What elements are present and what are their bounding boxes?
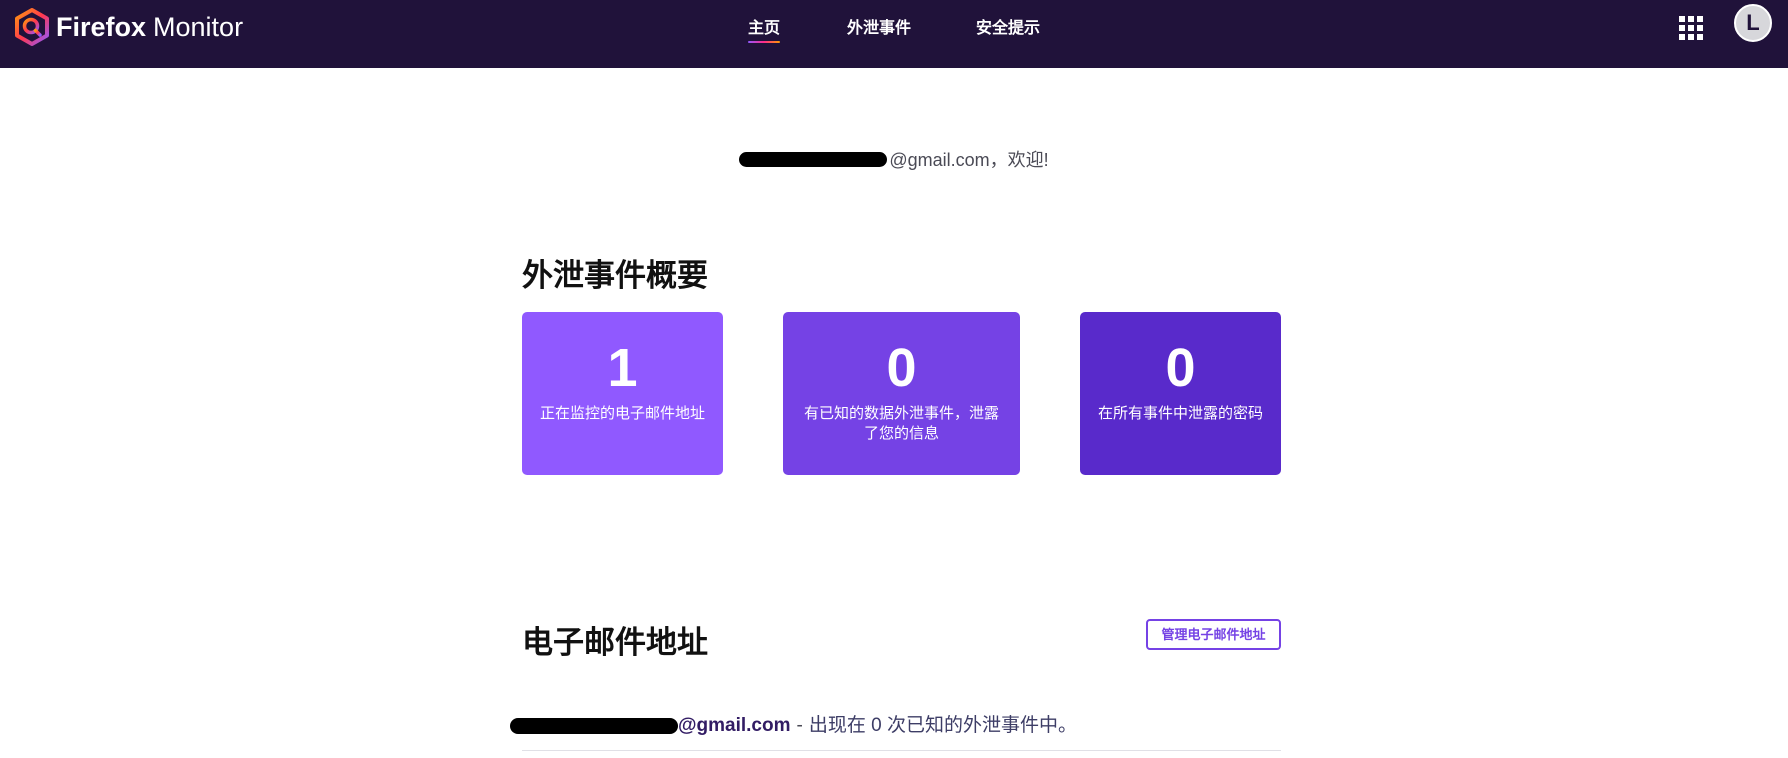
email-domain: @gmail.com xyxy=(678,715,791,736)
top-bar: Firefox Monitor 主页 外泄事件 安全提示 L xyxy=(0,0,1788,68)
nav-active-indicator xyxy=(748,41,781,43)
stat-label: 在所有事件中泄露的密码 xyxy=(1098,405,1264,422)
email-addresses-title: 电子邮件地址 xyxy=(522,625,708,660)
nav-home[interactable]: 主页 xyxy=(748,18,781,43)
email-list-item: @gmail.com - 出现在 0 次已知的外泄事件中。 xyxy=(510,712,1077,740)
nav-security-tips-label: 安全提示 xyxy=(976,20,1041,37)
stat-number: 0 xyxy=(886,338,917,398)
nav-home-label: 主页 xyxy=(748,20,781,37)
manage-email-addresses-button[interactable]: 管理电子邮件地址 xyxy=(1146,619,1281,650)
brand-name-monitor: Monitor xyxy=(153,12,244,42)
apps-grid-icon[interactable] xyxy=(1679,16,1703,40)
stat-card-known-breaches: 0 有已知的数据外泄事件，泄露了您的信息 xyxy=(783,312,1020,475)
nav-breaches-label: 外泄事件 xyxy=(847,20,912,37)
stat-card-monitored-emails: 1 正在监控的电子邮件地址 xyxy=(522,312,723,475)
redacted-email-prefix xyxy=(739,151,888,167)
user-avatar[interactable]: L xyxy=(1734,4,1772,42)
email-separator: - xyxy=(796,715,803,736)
stat-number: 0 xyxy=(1165,338,1196,398)
welcome-text: @gmail.com，欢迎! xyxy=(889,150,1049,170)
nav-breaches[interactable]: 外泄事件 xyxy=(847,18,911,40)
firefox-monitor-logo-icon xyxy=(15,8,49,46)
nav-security-tips[interactable]: 安全提示 xyxy=(976,18,1040,40)
breach-summary-title: 外泄事件概要 xyxy=(522,258,708,293)
row-divider xyxy=(522,750,1281,751)
stat-card-exposed-passwords: 0 在所有事件中泄露的密码 xyxy=(1080,312,1281,475)
stat-label: 正在监控的电子邮件地址 xyxy=(540,405,706,422)
brand-name-firefox: Firefox xyxy=(56,12,147,42)
email-breach-status: 出现在 0 次已知的外泄事件中。 xyxy=(808,715,1077,736)
brand-link[interactable]: Firefox Monitor xyxy=(14,8,243,46)
stat-number: 1 xyxy=(607,338,638,398)
stat-label: 有已知的数据外泄事件，泄露了您的信息 xyxy=(803,405,999,442)
welcome-message: @gmail.com，欢迎! xyxy=(0,146,1788,172)
brand-name: Firefox Monitor xyxy=(56,8,243,46)
redacted-email-prefix xyxy=(510,718,678,734)
